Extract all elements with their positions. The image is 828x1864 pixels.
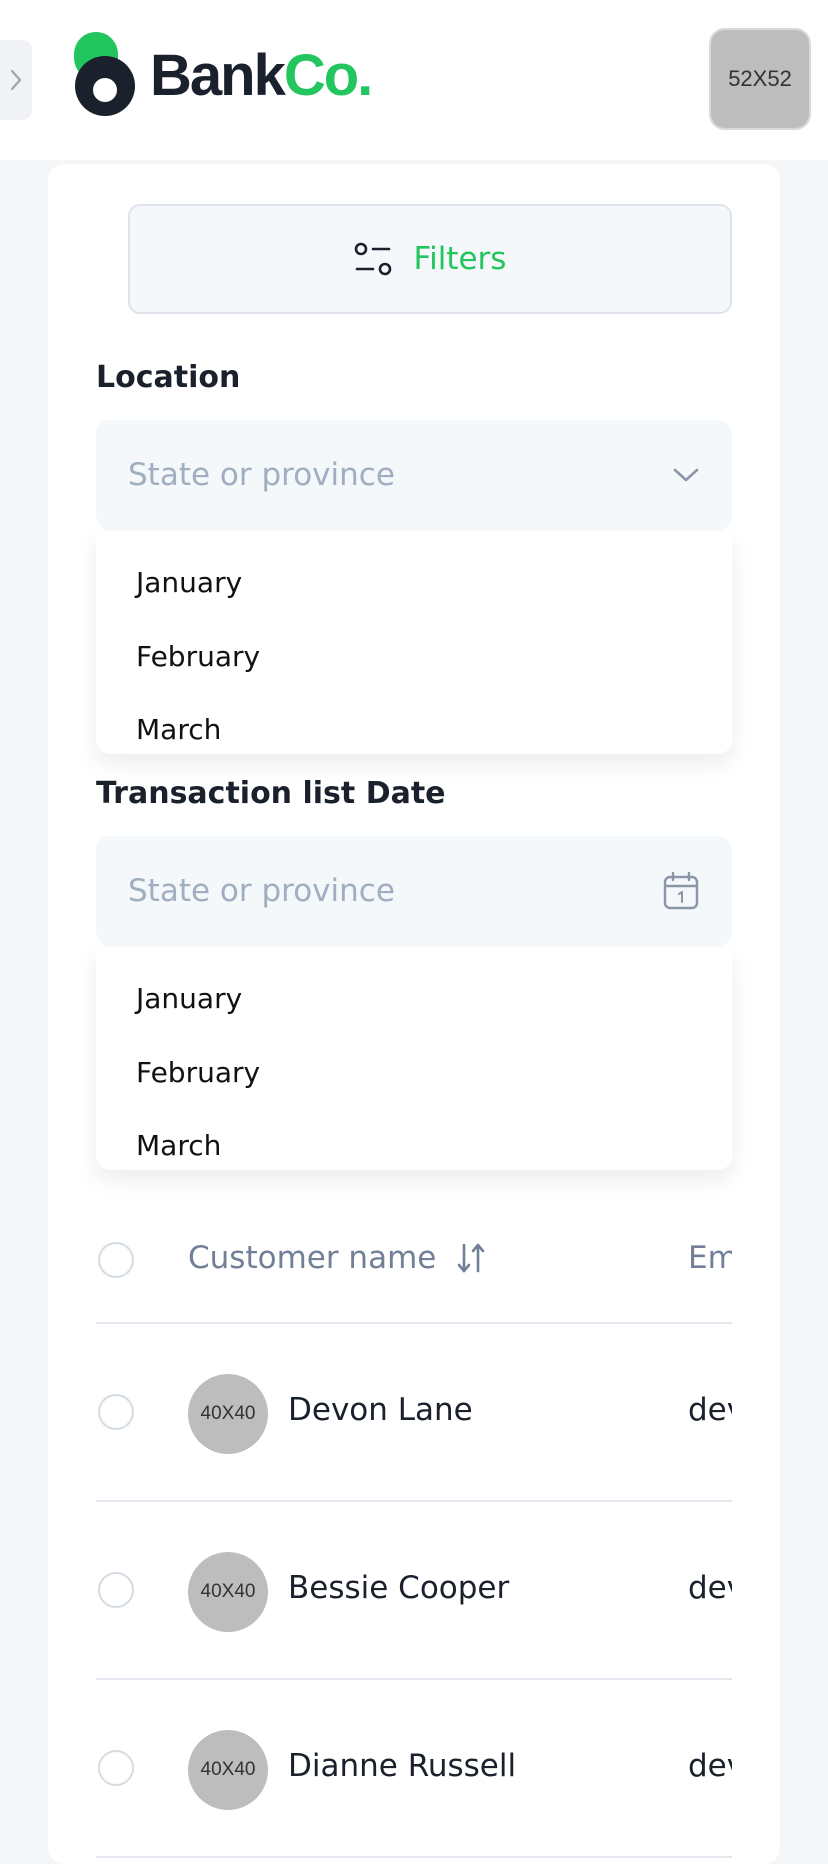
customer-name: Devon Lane xyxy=(288,1392,473,1428)
logo-text-co: Co. xyxy=(283,43,373,108)
transaction-date-option-january[interactable]: January xyxy=(136,982,242,1015)
sliders-icon xyxy=(354,242,391,276)
location-option-january[interactable]: January xyxy=(136,566,242,599)
filters-label: Filters xyxy=(413,241,507,277)
avatar: 40X40 xyxy=(188,1374,268,1454)
logo-mark-icon xyxy=(72,30,140,122)
location-placeholder: State or province xyxy=(128,457,395,493)
table-row[interactable]: 40X40 Devon Lane devon xyxy=(96,1324,732,1502)
user-avatar[interactable]: 52X52 xyxy=(709,28,811,130)
location-dropdown: January February March xyxy=(96,532,732,754)
transaction-date-dropdown: January February March xyxy=(96,948,732,1170)
location-label: Location xyxy=(96,360,241,395)
customer-name: Dianne Russell xyxy=(288,1748,517,1784)
customer-name-header-label: Customer name xyxy=(188,1240,437,1276)
select-all-checkbox[interactable] xyxy=(98,1242,134,1278)
logo-wordmark: BankCo. xyxy=(150,47,373,105)
sidebar-toggle-button[interactable] xyxy=(0,40,32,120)
row-checkbox[interactable] xyxy=(98,1750,134,1786)
transaction-date-select[interactable]: State or province xyxy=(96,836,732,946)
transaction-date-option-february[interactable]: February xyxy=(136,1056,260,1089)
customer-name-column-header[interactable]: Customer name xyxy=(188,1240,486,1276)
customer-email: devon xyxy=(688,1570,732,1606)
table-row[interactable]: 40X40 Bessie Cooper devon xyxy=(96,1502,732,1680)
transaction-date-option-march[interactable]: March xyxy=(136,1129,221,1162)
calendar-icon xyxy=(663,871,699,910)
avatar: 40X40 xyxy=(188,1552,268,1632)
customer-name: Bessie Cooper xyxy=(288,1570,510,1606)
transaction-date-placeholder: State or province xyxy=(128,873,395,909)
transaction-date-label: Transaction list Date xyxy=(96,776,446,811)
chevron-down-icon xyxy=(673,468,699,482)
email-column-header[interactable]: Email xyxy=(688,1240,732,1276)
chevron-right-icon xyxy=(10,69,22,91)
filters-button[interactable]: Filters xyxy=(128,204,732,314)
location-option-february[interactable]: February xyxy=(136,640,260,673)
row-checkbox[interactable] xyxy=(98,1394,134,1430)
bankco-logo[interactable]: BankCo. xyxy=(72,30,373,122)
top-header: BankCo. 52X52 xyxy=(0,0,828,160)
avatar: 40X40 xyxy=(188,1730,268,1810)
sort-icon xyxy=(458,1243,485,1273)
row-checkbox[interactable] xyxy=(98,1572,134,1608)
location-select[interactable]: State or province xyxy=(96,420,732,530)
table-header: Customer name Email xyxy=(96,1216,732,1324)
logo-text-bank: Bank xyxy=(150,43,286,108)
location-option-march[interactable]: March xyxy=(136,713,221,746)
customer-email: devon xyxy=(688,1392,732,1428)
table-row[interactable]: 40X40 Dianne Russell devon xyxy=(96,1680,732,1858)
customer-email: devon xyxy=(688,1748,732,1784)
